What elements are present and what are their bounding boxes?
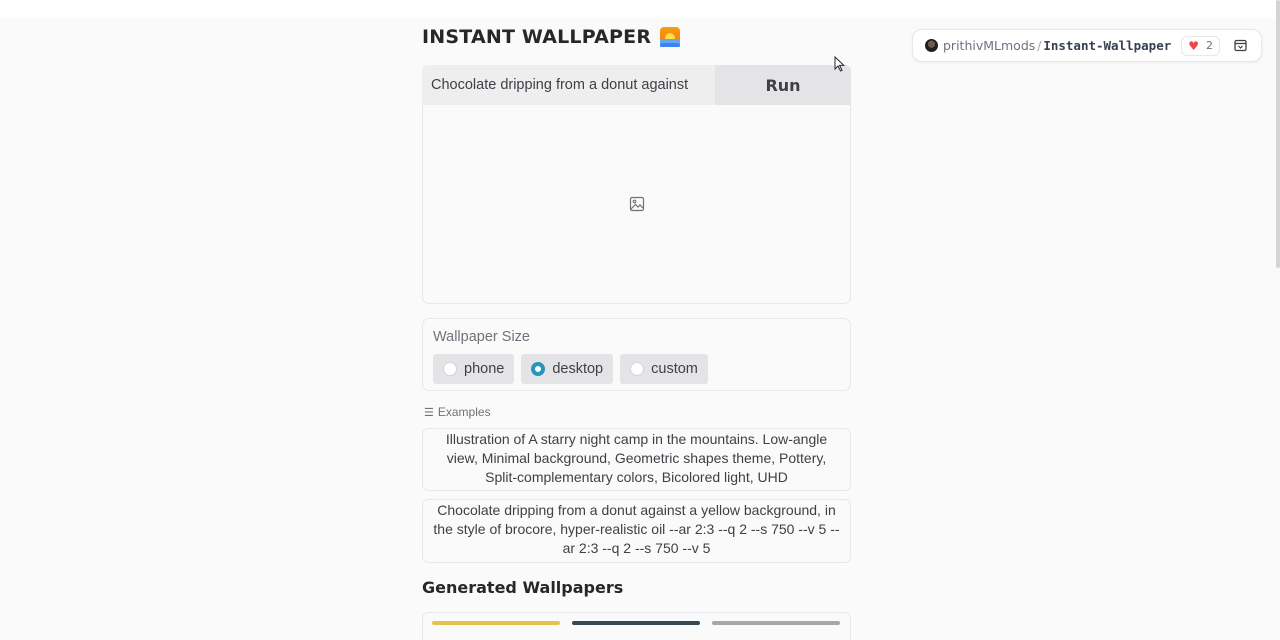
run-button[interactable]: Run <box>715 65 851 105</box>
embed-button[interactable] <box>1229 35 1251 57</box>
sunrise-emoji-icon <box>660 27 681 47</box>
like-count: 2 <box>1206 39 1214 52</box>
mouse-cursor-icon <box>834 56 846 72</box>
prompt-input[interactable]: Chocolate dripping from a donut against <box>422 65 715 105</box>
embed-icon <box>1233 39 1247 52</box>
examples-label: Examples <box>437 405 491 419</box>
top-strip <box>0 0 1280 18</box>
list-icon: ☰ <box>424 406 434 419</box>
prompt-row: Chocolate dripping from a donut against … <box>422 65 851 105</box>
examples-header: ☰ Examples <box>424 405 491 419</box>
wallpaper-size-radio-group: phone desktop custom <box>433 354 840 384</box>
radio-button[interactable] <box>443 362 457 376</box>
radio-label: desktop <box>552 361 604 377</box>
gallery-thumbnail[interactable] <box>712 621 840 625</box>
image-icon <box>629 196 644 212</box>
radio-option-desktop[interactable]: desktop <box>521 354 614 384</box>
radio-button[interactable] <box>630 362 645 376</box>
space-name-link[interactable]: Instant-Wallpaper <box>1043 38 1171 53</box>
app-title: INSTANT WALLPAPER <box>422 26 681 48</box>
gallery-thumbnail[interactable] <box>572 621 700 625</box>
wallpaper-gallery <box>422 612 851 640</box>
wallpaper-size-panel: Wallpaper Size phone desktop custom <box>422 318 851 391</box>
space-header-badge: prithivMLmods / Instant-Wallpaper ♥ 2 <box>912 29 1262 62</box>
radio-label: phone <box>464 361 505 377</box>
space-owner-link[interactable]: prithivMLmods <box>943 38 1035 53</box>
path-separator: / <box>1037 38 1042 53</box>
wallpaper-size-label: Wallpaper Size <box>433 329 530 345</box>
example-item[interactable]: Illustration of A starry night camp in t… <box>422 428 851 491</box>
heart-icon: ♥ <box>1188 38 1200 53</box>
app-title-text: INSTANT WALLPAPER <box>422 26 652 48</box>
gallery-thumbnail[interactable] <box>432 621 560 625</box>
radio-option-custom[interactable]: custom <box>620 354 708 384</box>
gallery-title: Generated Wallpapers <box>422 578 624 597</box>
output-image-area <box>422 105 851 304</box>
scrollbar[interactable] <box>1276 0 1280 268</box>
page: prithivMLmods / Instant-Wallpaper ♥ 2 IN… <box>0 0 1280 640</box>
radio-label: custom <box>651 361 698 377</box>
radio-option-phone[interactable]: phone <box>433 354 515 384</box>
like-button[interactable]: ♥ 2 <box>1181 35 1221 56</box>
example-item[interactable]: Chocolate dripping from a donut against … <box>422 499 851 563</box>
radio-button-selected[interactable] <box>531 362 546 376</box>
avatar[interactable] <box>925 39 938 52</box>
